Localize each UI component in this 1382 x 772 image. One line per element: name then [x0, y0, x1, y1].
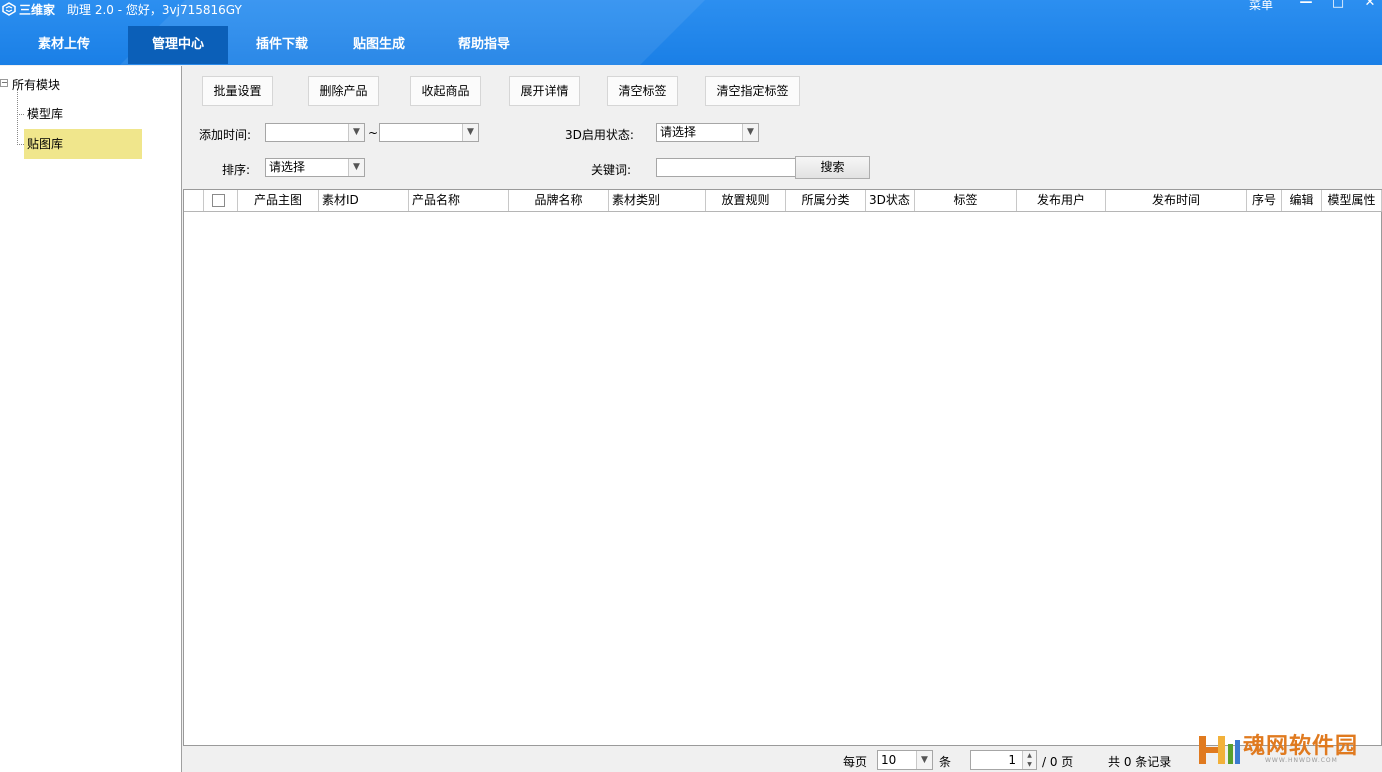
- date-to-picker[interactable]: ▼: [379, 123, 479, 142]
- app-logo-icon: [2, 2, 16, 16]
- col-material-category[interactable]: 素材类别: [609, 190, 706, 211]
- title-bar: 三维家 助理 2.0 - 您好，3vj715816GY: [0, 0, 242, 18]
- watermark-icon: [1199, 736, 1240, 764]
- menu-button[interactable]: 菜单: [1249, 0, 1273, 13]
- watermark-url: WWW.HNWDW.COM: [1265, 757, 1338, 764]
- clear-specified-tags-button[interactable]: 清空指定标签: [705, 76, 800, 106]
- chevron-down-icon[interactable]: ▼: [742, 124, 758, 141]
- clear-tags-button[interactable]: 清空标签: [607, 76, 678, 106]
- per-page-unit: 条: [939, 755, 952, 769]
- keyword-label: 关键词:: [591, 163, 632, 177]
- sort-select[interactable]: 请选择 ▼: [265, 158, 365, 177]
- product-grid: 产品主图 素材ID 产品名称 品牌名称 素材类别 放置规则 所属分类 3D状态 …: [183, 189, 1382, 746]
- collapse-products-button[interactable]: 收起商品: [410, 76, 481, 106]
- search-button[interactable]: 搜索: [795, 156, 870, 179]
- tab-texture-generate[interactable]: 贴图生成: [336, 26, 422, 64]
- chevron-down-icon[interactable]: ▼: [348, 159, 364, 176]
- page-number-value: 1: [1008, 753, 1016, 767]
- per-page-select[interactable]: 10 ▼: [877, 750, 933, 770]
- tree-item-texture-library[interactable]: 贴图库: [24, 129, 142, 159]
- col-product-image[interactable]: 产品主图: [238, 190, 319, 211]
- col-brand-name[interactable]: 品牌名称: [509, 190, 609, 211]
- status-3d-label: 3D启用状态:: [565, 128, 634, 142]
- per-page-value: 10: [881, 753, 897, 767]
- chevron-down-icon[interactable]: ▼: [348, 124, 364, 141]
- tab-help-guide[interactable]: 帮助指导: [422, 26, 546, 64]
- chevron-down-icon[interactable]: ▼: [916, 751, 932, 769]
- sort-value: 请选择: [269, 160, 306, 174]
- tree-branch-line: [17, 144, 24, 145]
- status-3d-select[interactable]: 请选择 ▼: [656, 123, 759, 142]
- watermark-text: 魂网软件园: [1243, 734, 1359, 759]
- sort-label: 排序:: [222, 163, 251, 177]
- col-edit[interactable]: 编辑: [1282, 190, 1322, 211]
- tab-material-upload[interactable]: 素材上传: [0, 26, 128, 64]
- col-3d-status[interactable]: 3D状态: [866, 190, 915, 211]
- window-title: 助理 2.0 - 您好，3vj715816GY: [67, 2, 242, 17]
- col-tags[interactable]: 标签: [915, 190, 1017, 211]
- select-all-checkbox[interactable]: [212, 194, 225, 207]
- tree-branch-line: [17, 114, 24, 115]
- close-icon[interactable]: ✕: [1362, 0, 1378, 11]
- date-from-picker[interactable]: ▼: [265, 123, 365, 142]
- watermark-logo: 魂网软件园 WWW.HNWDW.COM: [1195, 728, 1382, 772]
- col-publish-user[interactable]: 发布用户: [1017, 190, 1106, 211]
- collapse-icon[interactable]: −: [0, 79, 8, 87]
- delete-product-button[interactable]: 删除产品: [308, 76, 379, 106]
- total-records: 共 0 条记录: [1108, 755, 1172, 769]
- total-pages: / 0 页: [1042, 755, 1074, 769]
- tree-item-model-library[interactable]: 模型库: [24, 99, 142, 129]
- tree-root-all-modules[interactable]: 所有模块: [12, 76, 60, 93]
- col-placement-rule[interactable]: 放置规则: [706, 190, 786, 211]
- col-model-attributes[interactable]: 模型属性: [1322, 190, 1382, 211]
- app-name: 三维家: [19, 2, 56, 17]
- date-range-separator: ~: [368, 126, 379, 140]
- main-nav: 素材上传 管理中心 插件下载 贴图生成 帮助指导: [0, 26, 546, 64]
- tab-management-center[interactable]: 管理中心: [128, 26, 228, 64]
- add-time-label: 添加时间:: [199, 128, 252, 142]
- chevron-down-icon[interactable]: ▼: [462, 124, 478, 141]
- col-material-id[interactable]: 素材ID: [319, 190, 409, 211]
- module-tree: − 所有模块 模型库 贴图库: [0, 66, 182, 772]
- per-page-label: 每页: [843, 755, 868, 769]
- page-number-stepper[interactable]: 1 ▲ ▼: [970, 750, 1037, 770]
- select-all-cell: [204, 190, 238, 211]
- col-category[interactable]: 所属分类: [786, 190, 866, 211]
- col-publish-time[interactable]: 发布时间: [1106, 190, 1247, 211]
- minimize-icon[interactable]: —: [1298, 0, 1314, 11]
- status-3d-value: 请选择: [660, 125, 697, 139]
- tree-connector: [17, 90, 18, 145]
- grid-header: 产品主图 素材ID 产品名称 品牌名称 素材类别 放置规则 所属分类 3D状态 …: [184, 190, 1382, 212]
- title-nav-bar: 三维家 助理 2.0 - 您好，3vj715816GY 菜单 — □ ✕ 素材上…: [0, 0, 1382, 65]
- keyword-input[interactable]: [656, 158, 797, 177]
- maximize-icon[interactable]: □: [1330, 0, 1346, 11]
- col-product-name[interactable]: 产品名称: [409, 190, 509, 211]
- tab-plugin-download[interactable]: 插件下载: [228, 26, 336, 64]
- batch-settings-button[interactable]: 批量设置: [202, 76, 273, 106]
- row-header-cell: [184, 190, 204, 211]
- expand-details-button[interactable]: 展开详情: [509, 76, 580, 106]
- col-index[interactable]: 序号: [1247, 190, 1282, 211]
- stepper-arrows-icon[interactable]: ▲ ▼: [1022, 751, 1036, 769]
